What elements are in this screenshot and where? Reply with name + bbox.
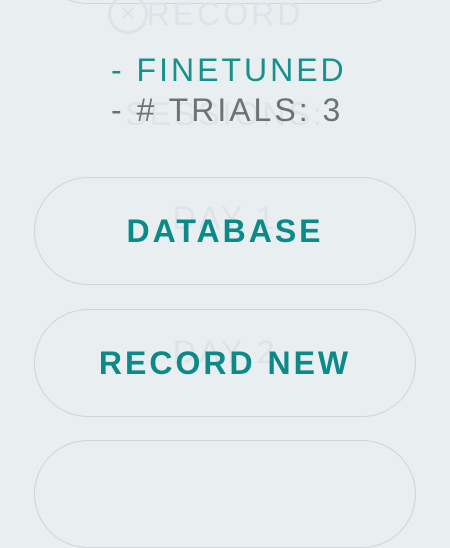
database-button-label: DATABASE <box>126 212 324 249</box>
trials-count: - # TRIALS: 3 <box>111 92 344 128</box>
record-new-button-label: RECORD NEW <box>98 344 352 381</box>
ghost-record-label: RECORD <box>146 0 304 32</box>
finetuned-status: - FINETUNED <box>111 52 347 88</box>
next-button-partial[interactable] <box>34 440 416 548</box>
